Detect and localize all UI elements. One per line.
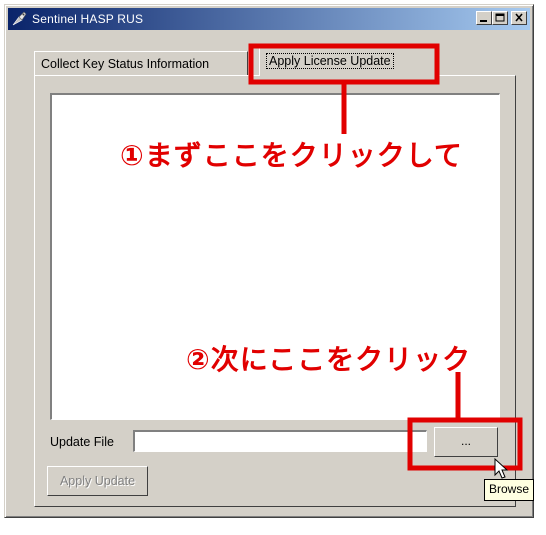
window-title: Sentinel HASP RUS: [32, 12, 144, 26]
browse-button[interactable]: ...: [434, 427, 498, 457]
sentinel-key-icon: [12, 11, 27, 26]
title-bar[interactable]: Sentinel HASP RUS: [8, 8, 530, 30]
tab-label: Collect Key Status Information: [41, 57, 210, 71]
annotation-step-2: ②次にここをクリック: [186, 343, 472, 376]
maximize-icon: [495, 13, 505, 22]
tab-apply-license-update[interactable]: Apply License Update: [259, 47, 439, 76]
browse-tooltip: Browse: [484, 479, 535, 501]
maximize-button[interactable]: [492, 11, 508, 25]
annotation-step-1: ①まずここをクリックして: [120, 139, 463, 172]
close-icon: [515, 13, 523, 22]
tab-label: Apply License Update: [266, 53, 394, 69]
close-button[interactable]: [511, 11, 527, 25]
tab-collect-key-status[interactable]: Collect Key Status Information: [34, 51, 248, 75]
mouse-cursor-icon: [494, 458, 509, 479]
update-file-label: Update File: [50, 435, 114, 449]
update-file-input[interactable]: [133, 430, 427, 452]
minimize-icon: [480, 20, 487, 22]
minimize-button[interactable]: [476, 11, 492, 25]
apply-update-button[interactable]: Apply Update: [47, 466, 148, 496]
